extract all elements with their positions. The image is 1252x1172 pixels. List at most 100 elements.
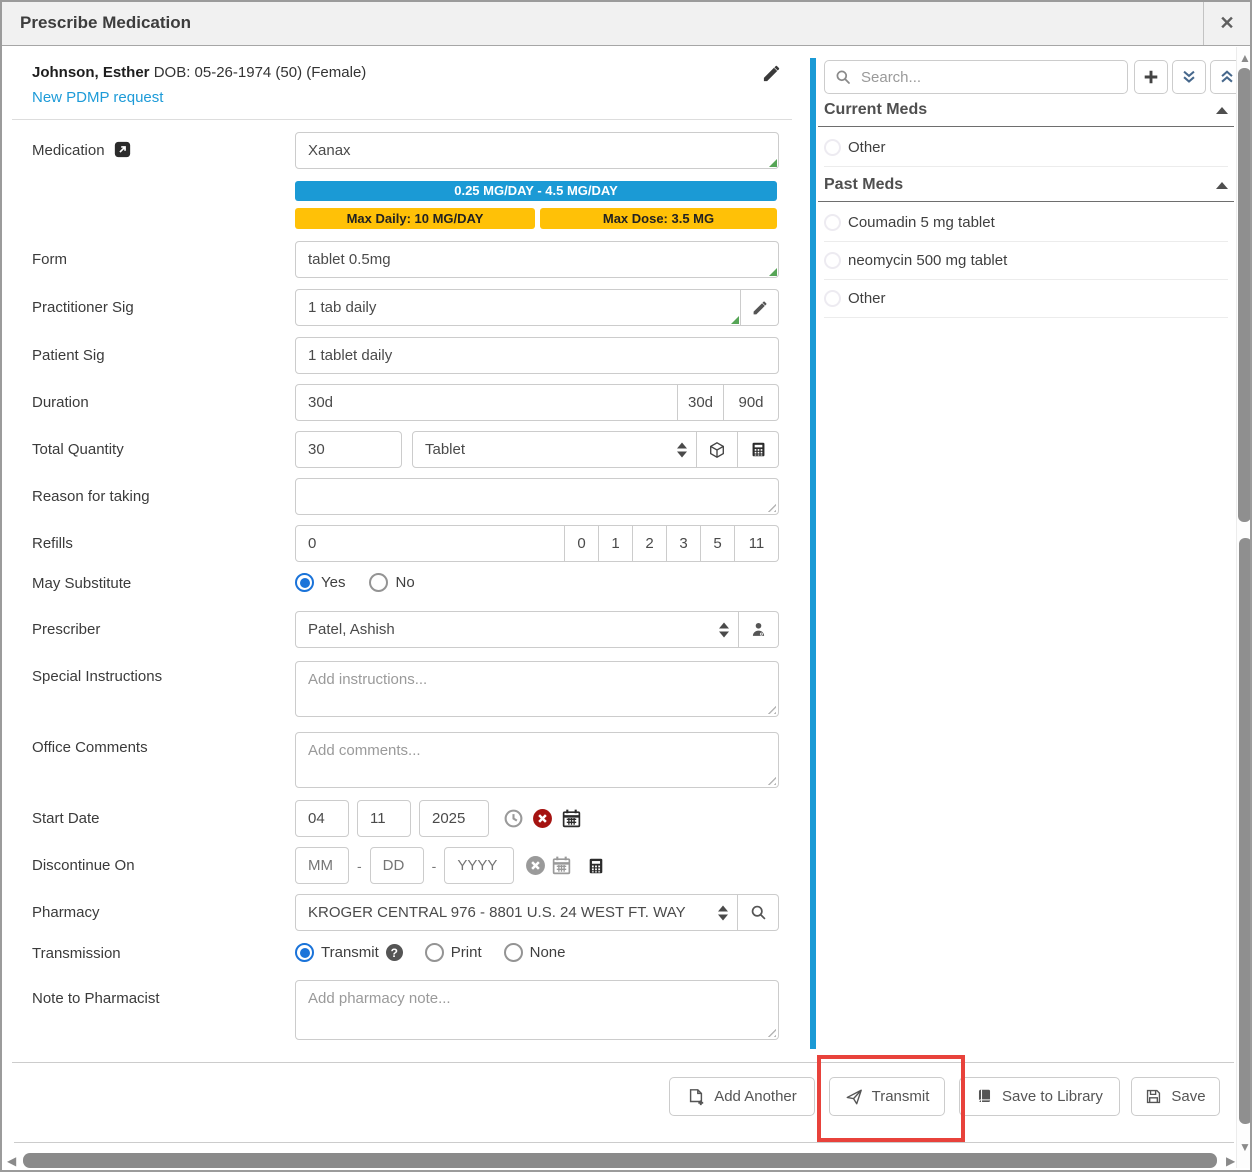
reason-input[interactable] — [295, 478, 779, 515]
discontinue-year-input[interactable] — [444, 847, 514, 884]
edit-sig-pencil-icon[interactable] — [741, 289, 779, 326]
pharmacy-select[interactable]: KROGER CENTRAL 976 - 8801 U.S. 24 WEST F… — [295, 894, 738, 931]
pharmacy-note-input[interactable] — [295, 980, 779, 1040]
current-meds-header[interactable]: Current Meds — [824, 101, 1228, 119]
note-to-pharmacist-label: Note to Pharmacist — [32, 990, 160, 1007]
scroll-down-arrow[interactable]: ▼ — [1239, 1141, 1251, 1153]
scroll-up-arrow[interactable]: ▲ — [1239, 52, 1251, 64]
new-pdmp-request-link[interactable]: New PDMP request — [32, 89, 163, 106]
office-comments-input[interactable] — [295, 732, 779, 788]
prescribe-medication-dialog: Prescribe Medication ✕ Johnson, Esther D… — [0, 0, 1252, 1172]
discontinue-month-input[interactable] — [295, 847, 349, 884]
med-radio[interactable] — [824, 290, 841, 307]
doctor-icon[interactable] — [739, 611, 779, 648]
prescriber-select[interactable]: Patel, Ashish — [295, 611, 739, 648]
refills-quick-0-button[interactable]: 0 — [565, 525, 599, 562]
transmit-button[interactable]: Transmit — [829, 1077, 945, 1116]
transmission-none-label[interactable]: None — [530, 944, 566, 961]
file-plus-icon — [687, 1088, 705, 1106]
time-clock-icon[interactable] — [503, 808, 524, 829]
transmission-transmit-radio[interactable] — [295, 943, 314, 962]
sidebar-scrollbar-thumb[interactable] — [1238, 68, 1251, 522]
pharmacy-label: Pharmacy — [32, 904, 100, 921]
past-med-item-coumadin[interactable]: Coumadin 5 mg tablet — [824, 204, 1228, 242]
refills-row: 0 1 2 3 5 11 — [295, 525, 779, 562]
refills-quick-3-button[interactable]: 3 — [667, 525, 701, 562]
resize-handle — [769, 268, 777, 276]
special-instructions-input[interactable] — [295, 661, 779, 717]
transmission-label: Transmission — [32, 945, 121, 962]
collapse-triangle-icon — [1216, 182, 1228, 189]
calendar-icon[interactable] — [551, 855, 572, 876]
substitute-no-label[interactable]: No — [395, 574, 414, 591]
bottom-divider — [14, 1142, 1234, 1143]
practitioner-sig-input[interactable] — [295, 289, 741, 326]
transmission-none-radio[interactable] — [504, 943, 523, 962]
refills-quick-2-button[interactable]: 2 — [633, 525, 667, 562]
note-to-pharmacist-row — [295, 980, 779, 1040]
patient-sig-input[interactable] — [295, 337, 779, 374]
duration-calculator-icon[interactable] — [587, 857, 605, 875]
sidebar-accent-bar — [810, 58, 816, 1049]
dispense-package-icon[interactable] — [697, 431, 738, 468]
expand-all-chevrons-icon[interactable] — [1172, 60, 1206, 94]
start-month-input[interactable] — [295, 800, 349, 837]
patient-details: DOB: 05-26-1974 (50) (Female) — [150, 64, 367, 81]
patient-divider — [12, 119, 792, 120]
dose-range-bar: 0.25 MG/DAY - 4.5 MG/DAY — [295, 181, 777, 201]
form-input[interactable] — [295, 241, 779, 278]
discontinue-day-input[interactable] — [370, 847, 424, 884]
pharmacy-search-icon[interactable] — [738, 894, 779, 931]
clear-date-icon[interactable] — [525, 855, 546, 876]
past-meds-header[interactable]: Past Meds — [824, 176, 1228, 194]
save-floppy-icon-button[interactable]: Save — [1131, 1077, 1220, 1116]
transmission-print-label[interactable]: Print — [451, 944, 482, 961]
external-link-icon[interactable] — [114, 141, 131, 158]
dialog-scrollbar-thumb[interactable] — [1239, 538, 1252, 1124]
past-med-item-other[interactable]: Other — [824, 280, 1228, 318]
start-day-input[interactable] — [357, 800, 411, 837]
may-substitute-label: May Substitute — [32, 575, 131, 592]
duration-quick-90d-button[interactable]: 90d — [724, 384, 779, 421]
transmission-transmit-label[interactable]: Transmit — [321, 944, 379, 961]
med-search-input[interactable] — [859, 68, 1117, 87]
refills-input[interactable] — [295, 525, 565, 562]
collapse-triangle-icon — [1216, 107, 1228, 114]
patient-info: Johnson, Esther DOB: 05-26-1974 (50) (Fe… — [32, 64, 366, 81]
add-med-plus-icon[interactable] — [1134, 60, 1168, 94]
duration-input[interactable] — [295, 384, 678, 421]
refills-quick-1-button[interactable]: 1 — [599, 525, 633, 562]
medication-input[interactable] — [295, 132, 779, 169]
refills-quick-5-button[interactable]: 5 — [701, 525, 735, 562]
substitute-no-radio[interactable] — [369, 573, 388, 592]
horizontal-scrollbar-thumb[interactable] — [23, 1153, 1217, 1168]
transmit-help-icon[interactable]: ? — [386, 944, 403, 961]
section-underline — [818, 126, 1234, 127]
refills-quick-11-button[interactable]: 11 — [735, 525, 779, 562]
dialog-title: Prescribe Medication — [20, 13, 191, 33]
quantity-unit-select[interactable]: Tablet — [412, 431, 697, 468]
med-radio[interactable] — [824, 252, 841, 269]
select-arrows-icon — [718, 905, 728, 920]
substitute-yes-radio[interactable] — [295, 573, 314, 592]
add-another-button[interactable]: Add Another — [669, 1077, 815, 1116]
save-to-library-button[interactable]: Save to Library — [959, 1077, 1120, 1116]
scroll-left-arrow[interactable]: ◀ — [7, 1155, 16, 1167]
transmission-print-radio[interactable] — [425, 943, 444, 962]
edit-patient-pencil-icon[interactable] — [762, 64, 781, 83]
calendar-icon[interactable] — [561, 808, 582, 829]
substitute-yes-label[interactable]: Yes — [321, 574, 345, 591]
duration-quick-30d-button[interactable]: 30d — [678, 384, 724, 421]
total-quantity-label: Total Quantity — [32, 441, 124, 458]
quantity-calculator-icon[interactable] — [738, 431, 779, 468]
med-radio[interactable] — [824, 139, 841, 156]
clear-date-icon[interactable] — [532, 808, 553, 829]
scroll-right-arrow[interactable]: ▶ — [1226, 1155, 1235, 1167]
patient-sig-label: Patient Sig — [32, 347, 105, 364]
past-med-item-neomycin[interactable]: neomycin 500 mg tablet — [824, 242, 1228, 280]
start-year-input[interactable] — [419, 800, 489, 837]
med-radio[interactable] — [824, 214, 841, 231]
total-quantity-input[interactable] — [295, 431, 402, 468]
close-icon[interactable]: ✕ — [1210, 9, 1244, 38]
current-med-item-other[interactable]: Other — [824, 129, 1228, 167]
